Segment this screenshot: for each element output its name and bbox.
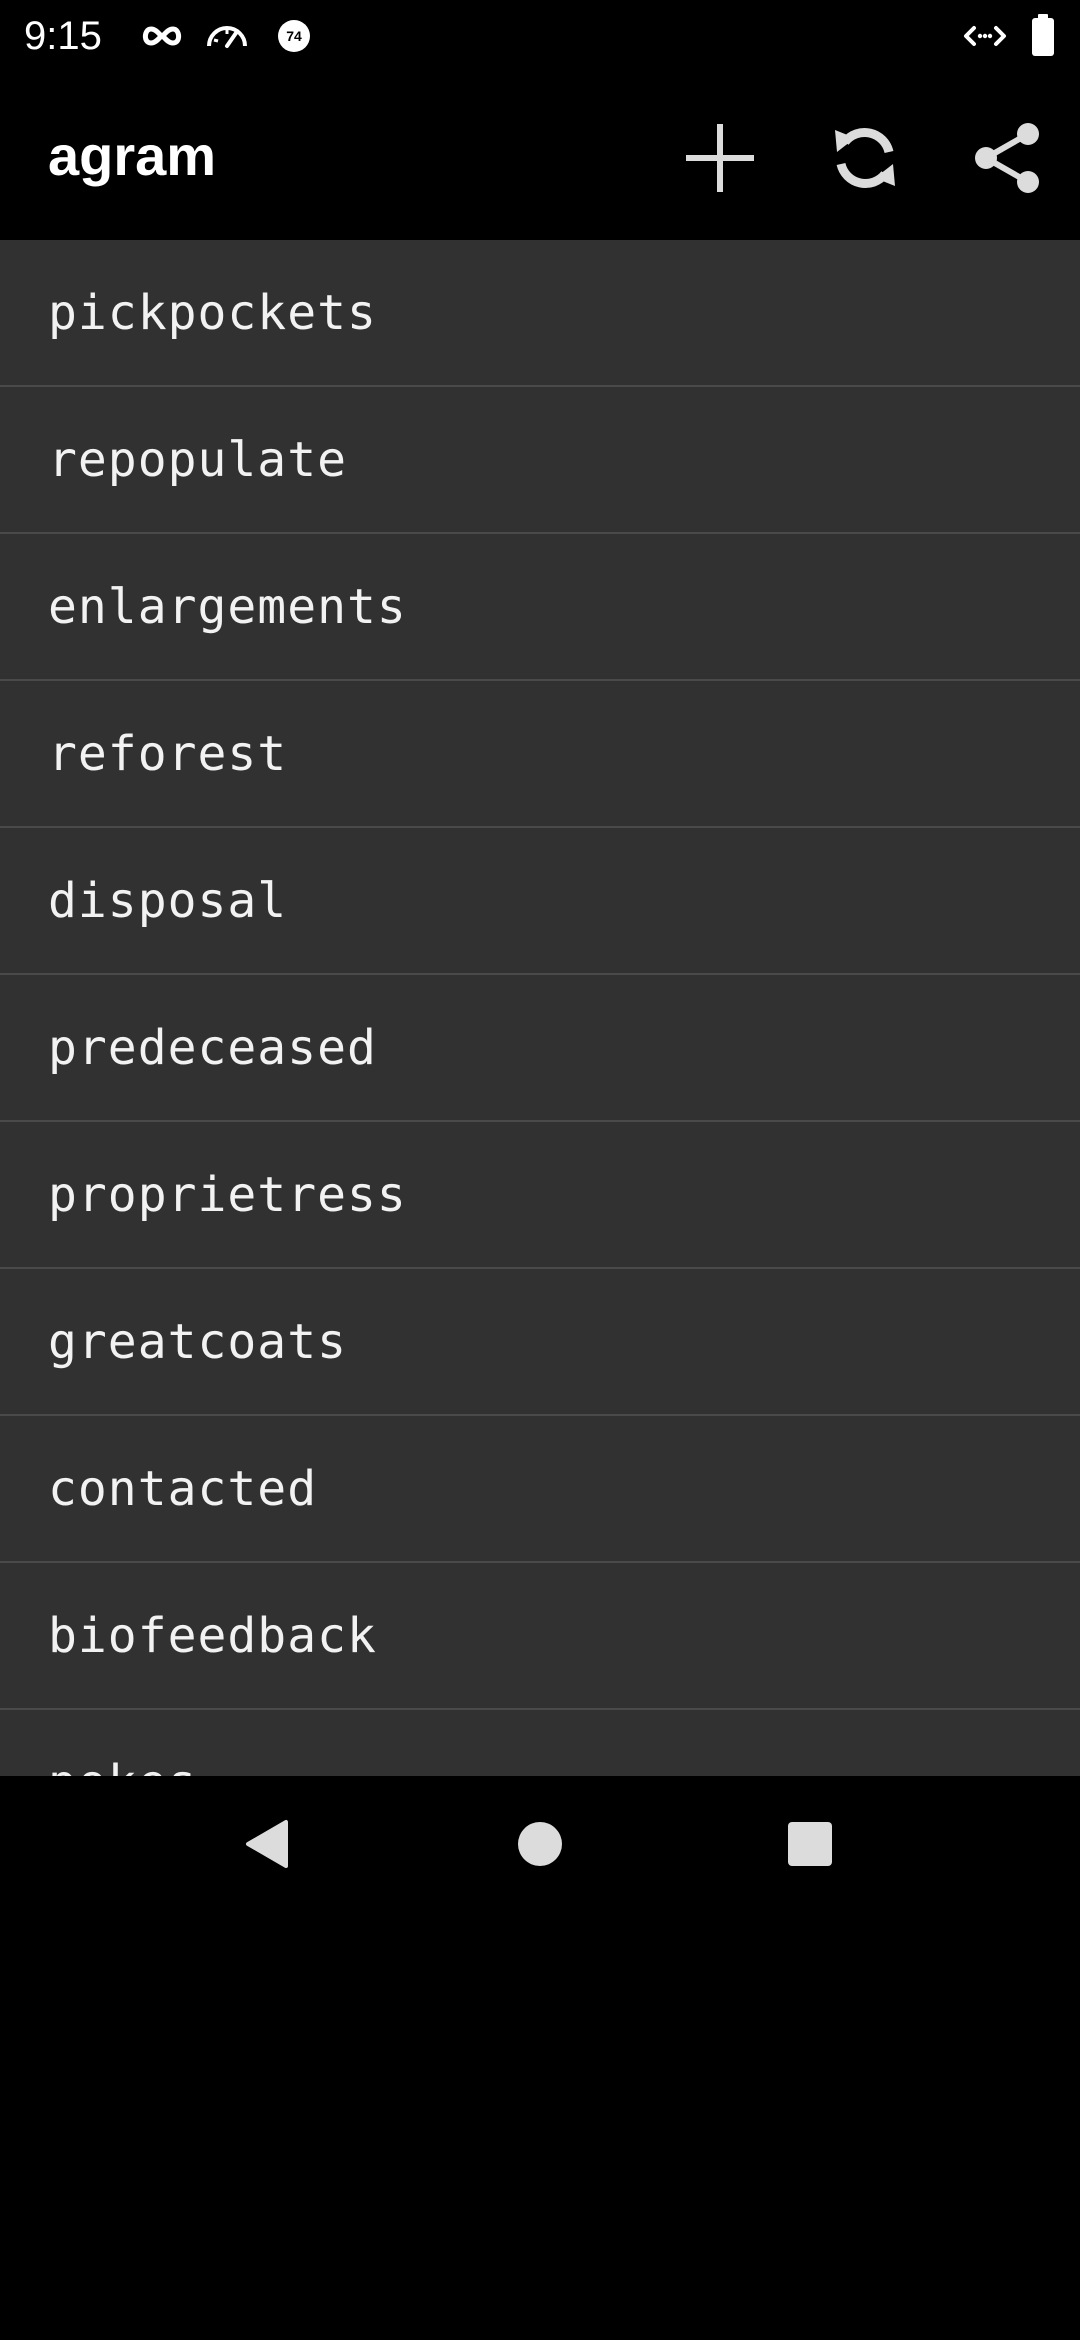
- word-text: reforest: [48, 725, 288, 782]
- word-row[interactable]: predeceased: [0, 975, 1080, 1122]
- refresh-button[interactable]: [817, 112, 913, 208]
- word-row[interactable]: disposal: [0, 828, 1080, 975]
- word-text: disposal: [48, 872, 288, 929]
- word-text: proprietress: [48, 1166, 407, 1223]
- status-bar: 9:15 74: [0, 0, 1080, 72]
- word-row[interactable]: enlargements: [0, 534, 1080, 681]
- back-button[interactable]: [224, 1802, 312, 1890]
- add-button[interactable]: [672, 112, 768, 208]
- status-time: 9:15: [24, 14, 102, 58]
- word-row[interactable]: biofeedback: [0, 1563, 1080, 1710]
- word-row[interactable]: contacted: [0, 1416, 1080, 1563]
- recents-icon: [786, 1820, 834, 1873]
- badge-74-text: 74: [286, 28, 302, 44]
- app-bar: agram: [0, 72, 1080, 240]
- home-icon: [516, 1820, 564, 1873]
- back-icon: [240, 1816, 296, 1877]
- word-row[interactable]: pickpockets: [0, 240, 1080, 387]
- navigation-bar: [0, 1776, 1080, 1916]
- word-row[interactable]: reforest: [0, 681, 1080, 828]
- app-title: agram: [48, 124, 217, 187]
- code-arrows-icon: [962, 16, 1008, 56]
- word-text: repopulate: [48, 431, 347, 488]
- word-text: pickpockets: [48, 284, 377, 341]
- infinity-icon: [140, 16, 184, 56]
- word-text: contacted: [48, 1460, 318, 1517]
- word-row[interactable]: pokes: [0, 1710, 1080, 1777]
- badge-74-icon: 74: [274, 16, 314, 56]
- word-text: enlargements: [48, 578, 407, 635]
- recents-button[interactable]: [766, 1802, 854, 1890]
- bottom-blank-area: [0, 1916, 1080, 2340]
- battery-icon: [1028, 12, 1058, 58]
- speedometer-icon: [204, 16, 250, 56]
- home-button[interactable]: [496, 1802, 584, 1890]
- word-row[interactable]: repopulate: [0, 387, 1080, 534]
- share-icon: [970, 120, 1046, 201]
- word-text: predeceased: [48, 1019, 377, 1076]
- word-text: pokes: [48, 1755, 198, 1777]
- share-button[interactable]: [960, 112, 1056, 208]
- word-text: greatcoats: [48, 1313, 347, 1370]
- word-row[interactable]: greatcoats: [0, 1269, 1080, 1416]
- word-list[interactable]: pickpockets repopulate enlargements refo…: [0, 240, 1080, 1776]
- word-row[interactable]: proprietress: [0, 1122, 1080, 1269]
- add-icon: [682, 120, 758, 201]
- refresh-icon: [827, 120, 903, 201]
- word-text: biofeedback: [48, 1607, 377, 1664]
